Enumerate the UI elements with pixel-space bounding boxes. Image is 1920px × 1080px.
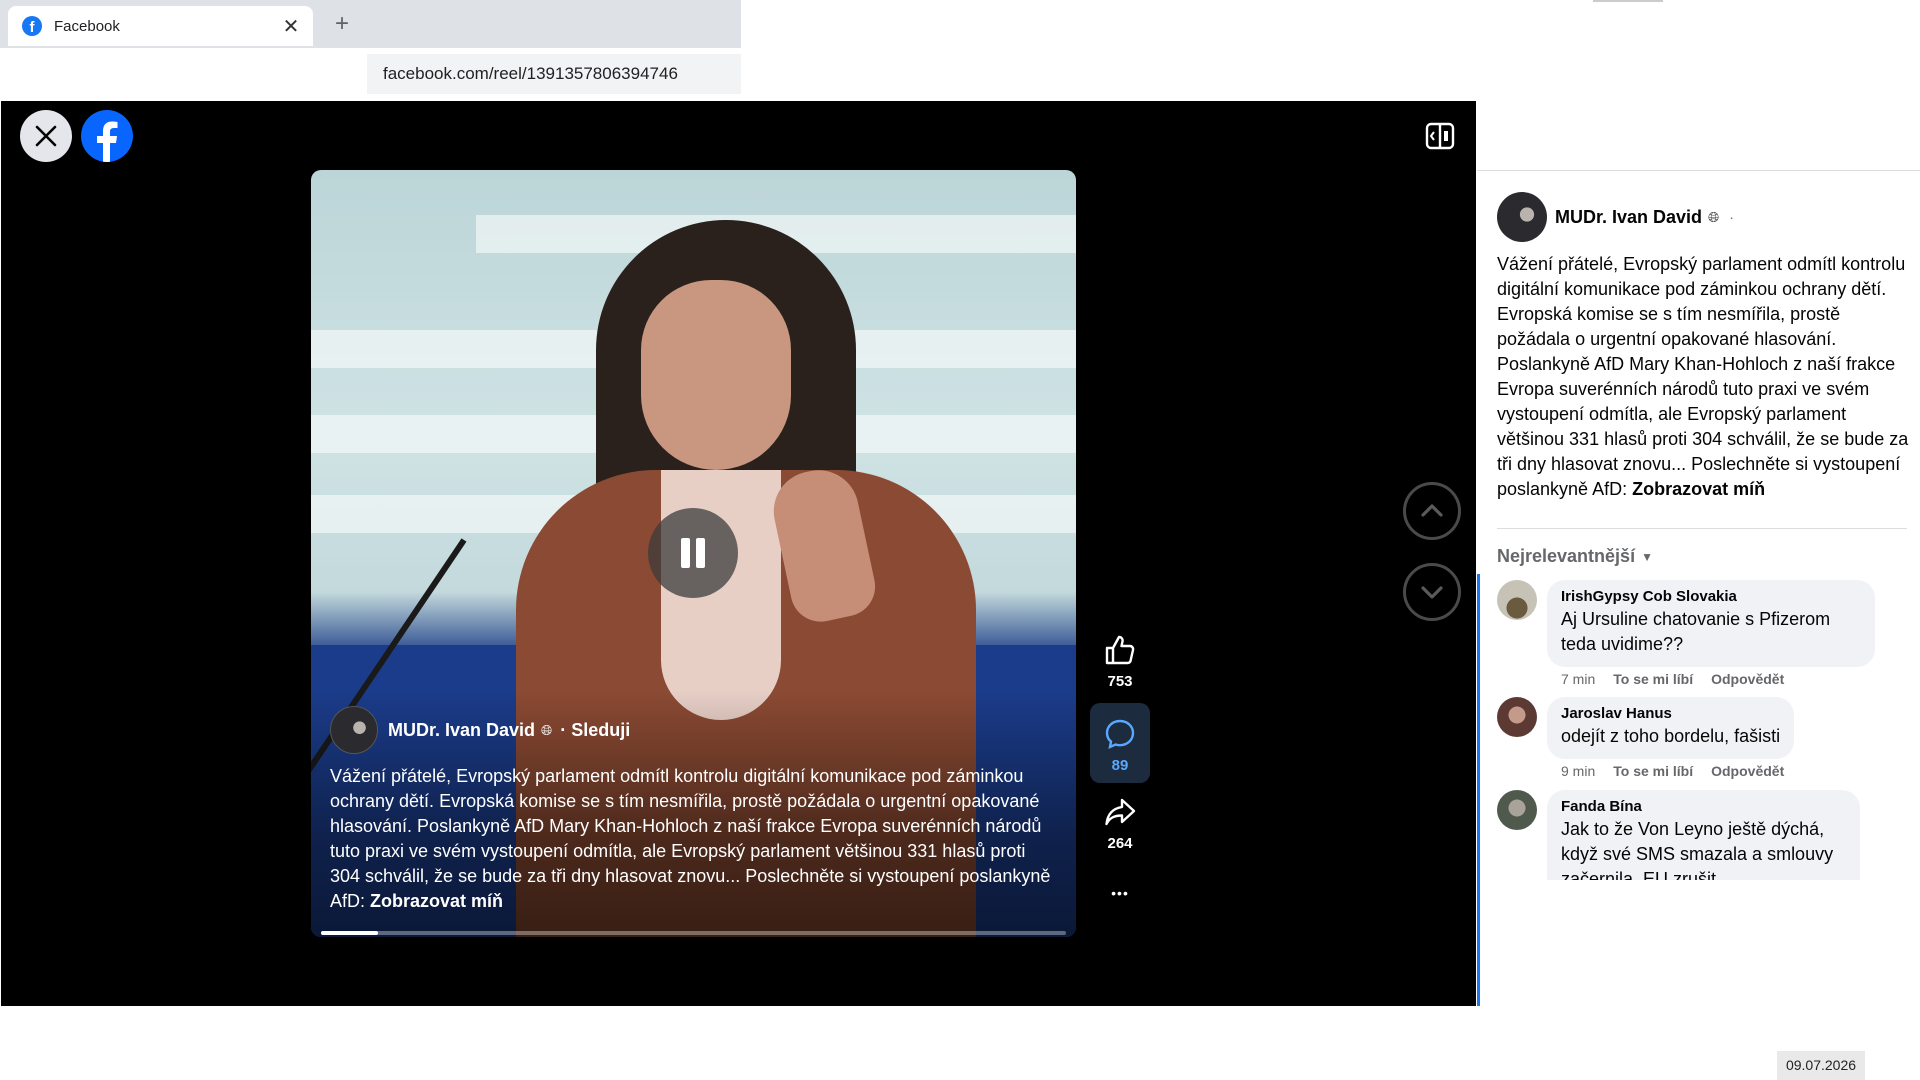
share-count: 264 bbox=[1107, 835, 1133, 852]
separator-dot: · bbox=[1729, 209, 1734, 225]
speaker-face bbox=[641, 280, 791, 470]
panel-author-name[interactable]: MUDr. Ivan David bbox=[1555, 207, 1702, 228]
taskbar-date: 09.07.2026 bbox=[1777, 1051, 1865, 1080]
follow-label: Sleduji bbox=[571, 719, 631, 740]
toggle-panel-icon[interactable] bbox=[1425, 121, 1455, 151]
post-description-text: Vážení přátelé, Evropský parlament odmít… bbox=[1497, 254, 1909, 499]
like-action[interactable]: 753 bbox=[1090, 633, 1150, 690]
comment-text: odejít z toho bordelu, fašisti bbox=[1561, 726, 1781, 746]
comment-sort-dropdown[interactable]: Nejrelevantnější ▼ bbox=[1497, 546, 1653, 567]
comment-list: IrishGypsy Cob Slovakia Aj Ursuline chat… bbox=[1477, 580, 1920, 880]
more-options-button[interactable]: ••• bbox=[1090, 885, 1150, 901]
url-field[interactable]: facebook.com/reel/1391357806394746 bbox=[367, 54, 741, 94]
commenter-avatar[interactable] bbox=[1497, 580, 1537, 620]
tab-strip: f Facebook ✕ + bbox=[0, 0, 741, 48]
globe-icon: 🌐︎ bbox=[1708, 208, 1720, 225]
comment-reply-button[interactable]: Odpovědět bbox=[1711, 671, 1784, 687]
reel-author-row: MUDr. Ivan David 🌐︎ · Sleduji bbox=[330, 705, 630, 755]
close-viewer-button[interactable] bbox=[20, 110, 72, 162]
panel-divider bbox=[1477, 170, 1920, 171]
comment-bubble: IrishGypsy Cob Slovakia Aj Ursuline chat… bbox=[1547, 580, 1875, 667]
close-icon bbox=[35, 125, 57, 147]
caret-down-icon: ▼ bbox=[1641, 549, 1653, 564]
browser-tab[interactable]: f Facebook ✕ bbox=[8, 6, 313, 46]
more-icon: ••• bbox=[1111, 885, 1129, 901]
pause-button[interactable] bbox=[648, 508, 738, 598]
tab-title: Facebook bbox=[54, 17, 120, 35]
previous-reel-button[interactable] bbox=[1403, 482, 1461, 540]
comment-text: Jak to že Von Leyno ještě dýchá, když sv… bbox=[1561, 819, 1834, 880]
reel-caption: Vážení přátelé, Evropský parlament odmít… bbox=[330, 764, 1060, 914]
comment-item: Jaroslav Hanus odejít z toho bordelu, fa… bbox=[1497, 697, 1795, 779]
video-progress-bar[interactable] bbox=[321, 931, 1066, 935]
post-description: Vážení přátelé, Evropský parlament odmít… bbox=[1497, 252, 1915, 502]
comment-meta: 9 min To se mi líbí Odpovědět bbox=[1547, 763, 1794, 779]
author-name[interactable]: MUDr. Ivan David bbox=[388, 720, 535, 741]
comment-reply-button[interactable]: Odpovědět bbox=[1711, 763, 1784, 779]
follow-dot: · bbox=[560, 719, 567, 740]
chevron-up-icon bbox=[1421, 504, 1443, 517]
comment-item: IrishGypsy Cob Slovakia Aj Ursuline chat… bbox=[1497, 580, 1875, 687]
commenter-avatar[interactable] bbox=[1497, 790, 1537, 830]
new-tab-button[interactable]: + bbox=[328, 10, 356, 38]
comment-like-button[interactable]: To se mi líbí bbox=[1613, 763, 1693, 779]
comment-count: 89 bbox=[1111, 757, 1129, 774]
thumbs-up-icon bbox=[1105, 635, 1135, 665]
sort-label: Nejrelevantnější bbox=[1497, 546, 1636, 566]
panel-author-avatar[interactable] bbox=[1497, 192, 1547, 242]
pause-icon bbox=[681, 538, 690, 568]
show-less-link[interactable]: Zobrazovat míň bbox=[1632, 479, 1765, 499]
commenter-name[interactable]: Jaroslav Hanus bbox=[1561, 705, 1780, 722]
tab-close-icon[interactable]: ✕ bbox=[281, 14, 301, 39]
pause-icon-bar bbox=[696, 538, 705, 568]
panel-author-row: MUDr. Ivan David 🌐︎ · bbox=[1497, 192, 1734, 242]
top-edge-divider bbox=[1593, 0, 1663, 2]
comment-bubble: Fanda Bína Jak to že Von Leyno ještě dýc… bbox=[1547, 790, 1860, 880]
commenter-avatar[interactable] bbox=[1497, 697, 1537, 737]
comment-bubble: Jaroslav Hanus odejít z toho bordelu, fa… bbox=[1547, 697, 1795, 759]
show-less-link[interactable]: Zobrazovat míň bbox=[370, 891, 503, 911]
commenter-name[interactable]: IrishGypsy Cob Slovakia bbox=[1561, 588, 1861, 605]
author-avatar[interactable] bbox=[330, 706, 378, 754]
comment-time[interactable]: 9 min bbox=[1561, 763, 1595, 779]
share-icon bbox=[1105, 798, 1136, 826]
comment-meta: 7 min To se mi líbí Odpovědět bbox=[1547, 671, 1875, 687]
facebook-logo-icon[interactable] bbox=[81, 110, 133, 162]
comment-icon bbox=[1105, 719, 1135, 750]
caption-text: Vážení přátelé, Evropský parlament odmít… bbox=[330, 766, 1051, 911]
video-progress-fill bbox=[321, 931, 378, 935]
like-count: 753 bbox=[1107, 673, 1133, 690]
reel-video[interactable]: MUDr. Ivan David 🌐︎ · Sleduji Vážení přá… bbox=[311, 170, 1076, 937]
follow-button[interactable]: · Sleduji bbox=[560, 720, 630, 741]
comment-item: Fanda Bína Jak to že Von Leyno ještě dýc… bbox=[1497, 790, 1860, 880]
chevron-down-icon bbox=[1421, 586, 1443, 599]
comment-action[interactable]: 89 bbox=[1090, 703, 1150, 783]
panel-separator bbox=[1497, 528, 1907, 529]
commenter-name[interactable]: Fanda Bína bbox=[1561, 798, 1846, 815]
facebook-favicon-icon: f bbox=[22, 16, 42, 36]
share-action[interactable]: 264 bbox=[1090, 795, 1150, 852]
comment-text: Aj Ursuline chatovanie s Pfizerom teda u… bbox=[1561, 609, 1831, 654]
comment-like-button[interactable]: To se mi líbí bbox=[1613, 671, 1693, 687]
globe-icon: 🌐︎ bbox=[541, 721, 553, 738]
next-reel-button[interactable] bbox=[1403, 563, 1461, 621]
comment-time[interactable]: 7 min bbox=[1561, 671, 1595, 687]
